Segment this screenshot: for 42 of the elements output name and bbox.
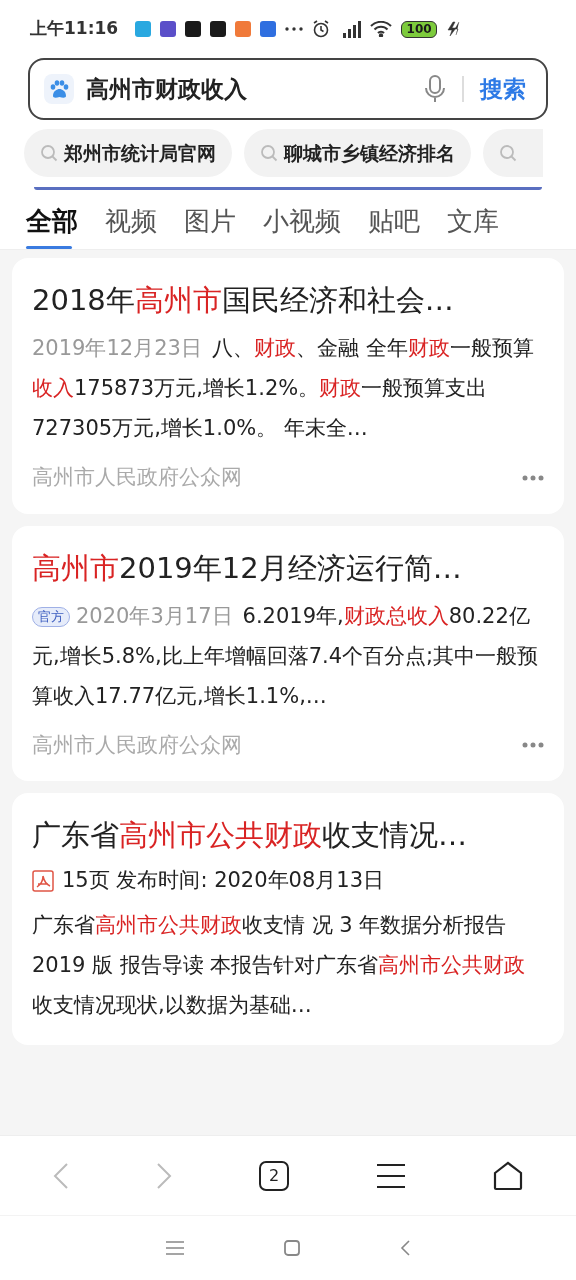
status-time: 上午11:16 — [30, 17, 119, 41]
result-source: 高州市人民政府公众网 — [32, 464, 242, 491]
tabs-button[interactable]: 2 — [259, 1160, 289, 1191]
suggestion-chip[interactable]: 聊城市乡镇经济排名 — [244, 129, 471, 177]
alarm-icon — [312, 20, 331, 38]
search-query: 高州市财政收入 — [86, 74, 248, 104]
microphone-icon[interactable] — [424, 75, 446, 103]
forward-icon[interactable] — [156, 1162, 173, 1189]
result-title[interactable]: 高州市2019年12月经济运行简… — [32, 547, 544, 588]
battery-indicator: 100 — [401, 20, 438, 38]
tab[interactable]: 视频 — [105, 202, 157, 247]
result-snippet: 2019年12月23日 八、财政、金融 全年财政一般预算 收入175873万元,增长1.2%。财政一般预算支出727305万元,增长1.0%。 年末全… — [32, 335, 535, 442]
back-icon[interactable] — [400, 1240, 410, 1256]
result-meta: 15页 发布时间: 2020年08月13日 — [62, 867, 385, 894]
search-icon — [260, 144, 278, 162]
more-icon — [285, 27, 304, 31]
wifi-icon — [370, 21, 393, 37]
more-icon[interactable] — [522, 474, 544, 481]
search-button[interactable]: 搜索 — [480, 71, 532, 107]
tab[interactable]: 全部 — [26, 202, 78, 247]
home-icon[interactable] — [492, 1160, 523, 1191]
menu-icon[interactable] — [375, 1162, 406, 1189]
search-field[interactable]: 高州市财政收入 搜索 — [28, 58, 548, 120]
search-icon — [40, 144, 58, 162]
result-card[interactable]: 2018年高州市国民经济和社会… 2019年12月23日 八、财政、金融 全年财政一般预算 收入175873万元,增长1.2%。财政一般预算支出727305万元,增长1.0%。 年末全… 高州市人民政府公众网 — [12, 258, 564, 514]
tab[interactable]: 文库 — [447, 202, 499, 247]
tab[interactable]: 贴吧 — [368, 202, 420, 247]
result-source: 高州市人民政府公众网 — [32, 731, 242, 759]
pdf-icon — [32, 869, 54, 892]
back-icon[interactable] — [53, 1162, 70, 1189]
result-snippet: 广东省高州市公共财政收支情 况 3 年数据分析报告 2019 版 报告导读 本报告针对广东省高州市公共财政 收支情况现状,以数据为基础… — [32, 911, 527, 1019]
result-title[interactable]: 2018年高州市国民经济和社会… — [32, 280, 544, 320]
paw-icon — [44, 74, 74, 104]
suggestion-chip[interactable]: 郑州市统计局官网 — [24, 129, 232, 177]
tab[interactable]: 小视频 — [263, 202, 341, 247]
result-title[interactable]: 广东省高州市公共财政收支情况… — [32, 815, 544, 855]
more-icon[interactable] — [522, 742, 544, 749]
search-icon — [499, 144, 517, 162]
result-card[interactable]: 广东省高州市公共财政收支情况… 15页 发布时间: 2020年08月13日 广东省高州市公共财政收支情 况 3 年数据分析报告 2019 版 报告导读 本报告针对广东省高州市公共财政 收支情况现状,以数据为基础… — [12, 793, 564, 1045]
tab[interactable]: 图片 — [184, 202, 236, 247]
result-snippet: 官方 2020年3月17日 6.2019年,财政总收入80.22亿元,增长5.8%,比上年增幅回落7.4个百分点;其中一般预算收入17.77亿元,增长1.1%,… — [32, 602, 540, 710]
result-card[interactable]: 高州市2019年12月经济运行简… 官方 2020年3月17日 6.2019年,财政总收入80.22亿元,增长5.8%,比上年增幅回落7.4个百分点;其中一般预算收入17.77亿元,增长1.1%,… 高州市人民政府公众网 — [12, 525, 564, 781]
